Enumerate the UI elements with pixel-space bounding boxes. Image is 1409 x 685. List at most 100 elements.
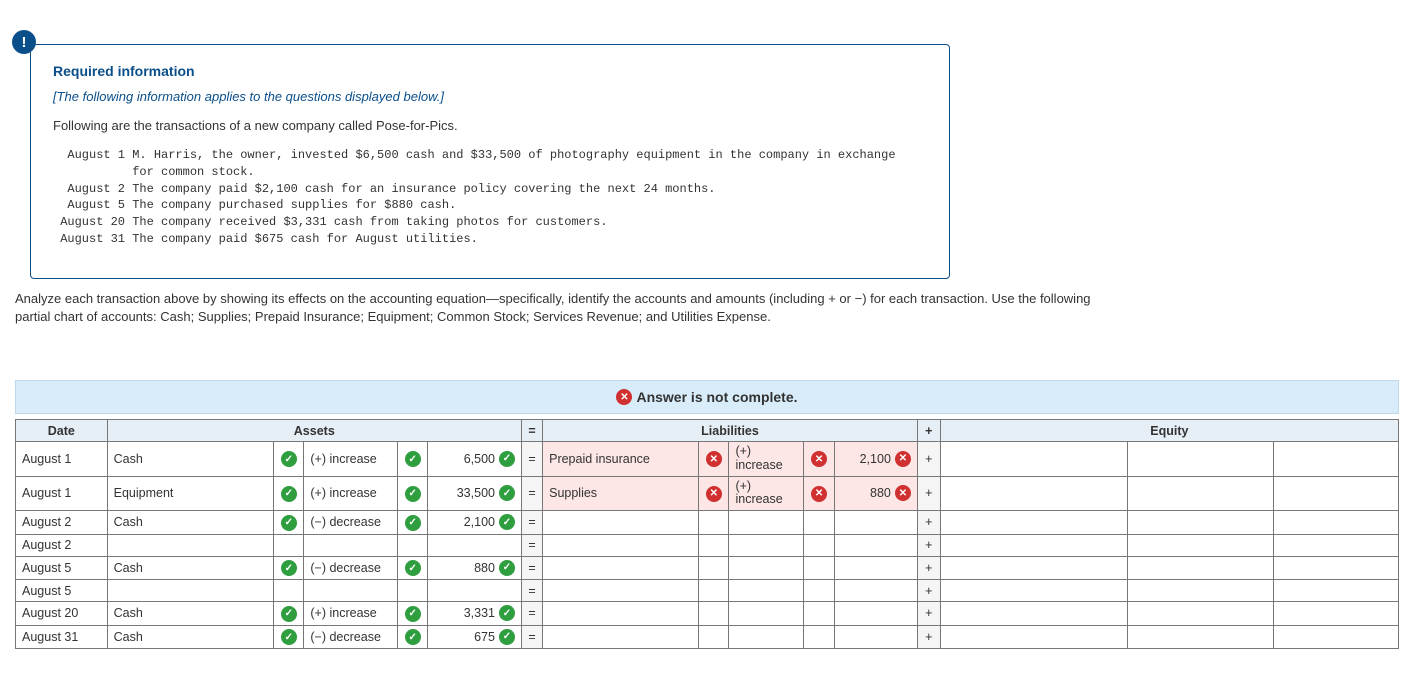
check-icon: ✓: [281, 606, 297, 622]
equity-sign-cell[interactable]: [1128, 442, 1274, 477]
equity-amount-cell[interactable]: [1273, 476, 1398, 511]
equity-sign-cell[interactable]: [1128, 476, 1274, 511]
liab-account-cell[interactable]: [543, 602, 699, 626]
liab-amount-cell[interactable]: [834, 511, 917, 535]
asset-amount-cell[interactable]: [428, 534, 522, 556]
date-cell[interactable]: August 5: [16, 580, 108, 602]
asset-account-cell[interactable]: Cash: [107, 625, 274, 649]
equity-sign-cell[interactable]: [1128, 511, 1274, 535]
asset-sign-cell[interactable]: (+) increase: [304, 476, 398, 511]
liab-sign-cell[interactable]: (+) increase: [729, 476, 804, 511]
liab-sign-mark: [804, 625, 834, 649]
asset-amount-cell[interactable]: 3,331✓: [428, 602, 522, 626]
equity-amount-cell[interactable]: [1273, 556, 1398, 580]
asset-account-cell[interactable]: Equipment: [107, 476, 274, 511]
table-row: August 31Cash✓(−) decrease✓ 675✓= +: [16, 625, 1399, 649]
equity-account-cell[interactable]: [940, 442, 1127, 477]
liab-account-cell[interactable]: Supplies: [543, 476, 699, 511]
equity-amount-cell[interactable]: [1273, 511, 1398, 535]
asset-sign-mark: [398, 580, 428, 602]
required-subtitle: [The following information applies to th…: [53, 89, 927, 104]
equity-account-cell[interactable]: [940, 556, 1127, 580]
liab-account-cell[interactable]: [543, 534, 699, 556]
equity-account-cell[interactable]: [940, 625, 1127, 649]
asset-sign-cell[interactable]: (+) increase: [304, 442, 398, 477]
asset-amount-cell[interactable]: 675✓: [428, 625, 522, 649]
equity-amount-cell[interactable]: [1273, 602, 1398, 626]
liab-amount-cell[interactable]: 880✕: [834, 476, 917, 511]
asset-sign-cell[interactable]: [304, 534, 398, 556]
equity-amount-cell[interactable]: [1273, 442, 1398, 477]
table-row: August 1Cash✓(+) increase✓ 6,500✓=Prepai…: [16, 442, 1399, 477]
hdr-date: Date: [16, 420, 108, 442]
liab-amount-cell[interactable]: 2,100✕: [834, 442, 917, 477]
date-cell[interactable]: August 2: [16, 511, 108, 535]
liab-sign-mark: ✕: [804, 476, 834, 511]
asset-sign-mark: ✓: [398, 556, 428, 580]
date-cell[interactable]: August 2: [16, 534, 108, 556]
asset-account-cell[interactable]: Cash: [107, 511, 274, 535]
liab-sign-cell[interactable]: [729, 625, 804, 649]
equity-sign-cell[interactable]: [1128, 625, 1274, 649]
equals-cell: =: [521, 625, 542, 649]
x-icon: ✕: [811, 451, 827, 467]
asset-account-cell[interactable]: Cash: [107, 602, 274, 626]
liab-account-cell[interactable]: [543, 556, 699, 580]
equity-sign-cell[interactable]: [1128, 602, 1274, 626]
equity-account-cell[interactable]: [940, 602, 1127, 626]
date-cell[interactable]: August 31: [16, 625, 108, 649]
asset-sign-cell[interactable]: (−) decrease: [304, 625, 398, 649]
equity-sign-cell[interactable]: [1128, 580, 1274, 602]
equity-sign-cell[interactable]: [1128, 556, 1274, 580]
asset-account-cell[interactable]: [107, 534, 274, 556]
equity-amount-cell[interactable]: [1273, 534, 1398, 556]
asset-account-mark: [274, 534, 304, 556]
asset-amount-cell[interactable]: 6,500✓: [428, 442, 522, 477]
asset-amount-cell[interactable]: 2,100✓: [428, 511, 522, 535]
liab-sign-mark: [804, 534, 834, 556]
equity-account-cell[interactable]: [940, 511, 1127, 535]
asset-amount-cell[interactable]: [428, 580, 522, 602]
equity-account-cell[interactable]: [940, 580, 1127, 602]
asset-account-mark: ✓: [274, 602, 304, 626]
equity-amount-cell[interactable]: [1273, 580, 1398, 602]
asset-account-cell[interactable]: Cash: [107, 556, 274, 580]
date-cell[interactable]: August 20: [16, 602, 108, 626]
check-icon: ✓: [405, 606, 421, 622]
asset-sign-mark: ✓: [398, 511, 428, 535]
asset-account-cell[interactable]: Cash: [107, 442, 274, 477]
liab-sign-cell[interactable]: [729, 602, 804, 626]
equity-account-cell[interactable]: [940, 476, 1127, 511]
transactions-block: August 1 M. Harris, the owner, invested …: [53, 147, 927, 248]
liab-sign-cell[interactable]: (+) increase: [729, 442, 804, 477]
asset-account-cell[interactable]: [107, 580, 274, 602]
liab-amount-cell[interactable]: [834, 580, 917, 602]
liab-amount-cell[interactable]: [834, 602, 917, 626]
equity-sign-cell[interactable]: [1128, 534, 1274, 556]
equity-account-cell[interactable]: [940, 534, 1127, 556]
date-cell[interactable]: August 1: [16, 476, 108, 511]
asset-amount-cell[interactable]: 33,500✓: [428, 476, 522, 511]
equals-cell: =: [521, 580, 542, 602]
asset-amount-cell[interactable]: 880✓: [428, 556, 522, 580]
liab-sign-cell[interactable]: [729, 511, 804, 535]
liab-sign-cell[interactable]: [729, 534, 804, 556]
asset-sign-cell[interactable]: (+) increase: [304, 602, 398, 626]
asset-sign-cell[interactable]: (−) decrease: [304, 556, 398, 580]
liab-amount-cell[interactable]: [834, 534, 917, 556]
required-info-box: Required information [The following info…: [30, 44, 950, 279]
date-cell[interactable]: August 5: [16, 556, 108, 580]
liab-account-cell[interactable]: [543, 625, 699, 649]
asset-sign-cell[interactable]: [304, 580, 398, 602]
asset-sign-cell[interactable]: (−) decrease: [304, 511, 398, 535]
liab-amount-cell[interactable]: [834, 625, 917, 649]
liab-amount-cell[interactable]: [834, 556, 917, 580]
asset-account-mark: ✓: [274, 625, 304, 649]
liab-sign-cell[interactable]: [729, 580, 804, 602]
liab-account-cell[interactable]: [543, 580, 699, 602]
equity-amount-cell[interactable]: [1273, 625, 1398, 649]
liab-account-cell[interactable]: [543, 511, 699, 535]
date-cell[interactable]: August 1: [16, 442, 108, 477]
liab-account-cell[interactable]: Prepaid insurance: [543, 442, 699, 477]
liab-sign-cell[interactable]: [729, 556, 804, 580]
